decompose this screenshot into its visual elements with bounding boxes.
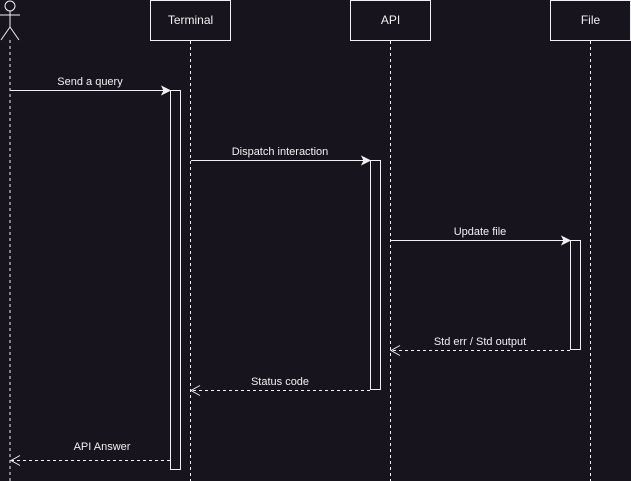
message-std-output[interactable]: Std err / Std output [389,336,570,356]
api-activation-bar[interactable] [370,160,381,390]
message-status-code-label: Status code [251,376,309,388]
message-status-code[interactable]: Status code [189,376,370,396]
message-send-query-label: Send a query [57,76,123,88]
participant-file-label: File [581,13,601,27]
terminal-activation-bar[interactable] [170,90,181,470]
file-activation-bar[interactable] [570,240,581,350]
message-api-answer-label: API Answer [74,441,131,453]
message-dispatch-interaction[interactable]: Dispatch interaction [191,146,372,166]
sequence-diagram: Terminal API File Send a query Dispatch … [0,0,631,481]
message-api-answer[interactable]: API Answer [9,441,170,466]
message-std-output-label: Std err / Std output [434,336,526,348]
actor-stick-figure-icon[interactable] [0,0,20,41]
message-dispatch-interaction-label: Dispatch interaction [232,146,329,158]
message-send-query[interactable]: Send a query [10,76,172,96]
message-update-file-label: Update file [454,226,507,238]
participant-api-label: API [381,13,400,27]
message-update-file[interactable]: Update file [391,226,572,246]
participant-terminal-label: Terminal [168,13,213,27]
